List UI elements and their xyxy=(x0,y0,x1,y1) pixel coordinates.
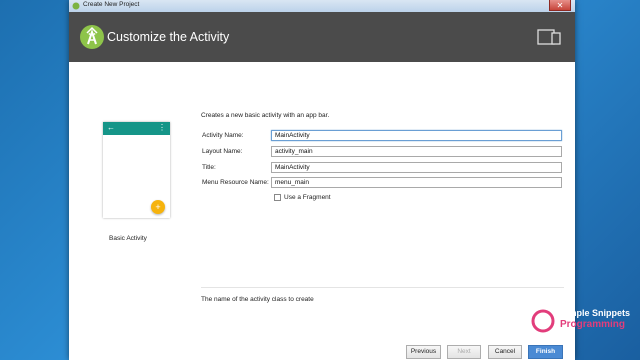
page-title: Customize the Activity xyxy=(107,30,230,44)
divider xyxy=(201,287,564,288)
create-project-window: Create New Project ✕ Customize the Activ… xyxy=(69,0,575,360)
android-studio-icon xyxy=(80,25,104,49)
watermark-line2: Programming xyxy=(560,319,626,330)
channel-watermark: Simple Snippets Programming xyxy=(530,305,634,337)
use-fragment-label[interactable]: Use a Fragment xyxy=(284,194,331,201)
use-fragment-checkbox[interactable] xyxy=(274,194,281,201)
template-name: Basic Activity xyxy=(109,235,147,242)
preview-app-bar: ← ⋮ xyxy=(103,122,170,135)
previous-button[interactable]: Previous xyxy=(406,345,441,359)
app-icon xyxy=(72,2,80,10)
next-button[interactable]: Next xyxy=(447,345,481,359)
layout-name-input[interactable]: activity_main xyxy=(271,146,562,157)
activity-template-preview: ← ⋮ + xyxy=(103,122,170,218)
layout-name-label: Layout Name: xyxy=(202,148,243,155)
wizard-header: Customize the Activity xyxy=(69,12,575,62)
activity-name-input[interactable]: MainActivity xyxy=(271,130,562,141)
field-hint: The name of the activity class to create xyxy=(201,296,314,303)
back-arrow-icon: ← xyxy=(107,123,115,132)
phone-tablet-icon xyxy=(537,29,561,45)
overflow-menu-icon: ⋮ xyxy=(158,123,166,132)
activity-name-label: Activity Name: xyxy=(202,132,244,139)
menu-resource-name-input[interactable]: menu_main xyxy=(271,177,562,188)
fab-icon: + xyxy=(151,200,165,214)
watermark-logo-icon xyxy=(531,309,555,333)
template-description: Creates a new basic activity with an app… xyxy=(201,112,330,119)
title-label: Title: xyxy=(202,164,216,171)
finish-button[interactable]: Finish xyxy=(528,345,563,359)
watermark-line1: Simple Snippets xyxy=(560,308,631,318)
title-input[interactable]: MainActivity xyxy=(271,162,562,173)
cancel-button[interactable]: Cancel xyxy=(488,345,522,359)
window-title: Create New Project xyxy=(83,1,140,8)
menu-resource-name-label: Menu Resource Name: xyxy=(202,179,269,186)
close-button[interactable]: ✕ xyxy=(549,0,571,11)
